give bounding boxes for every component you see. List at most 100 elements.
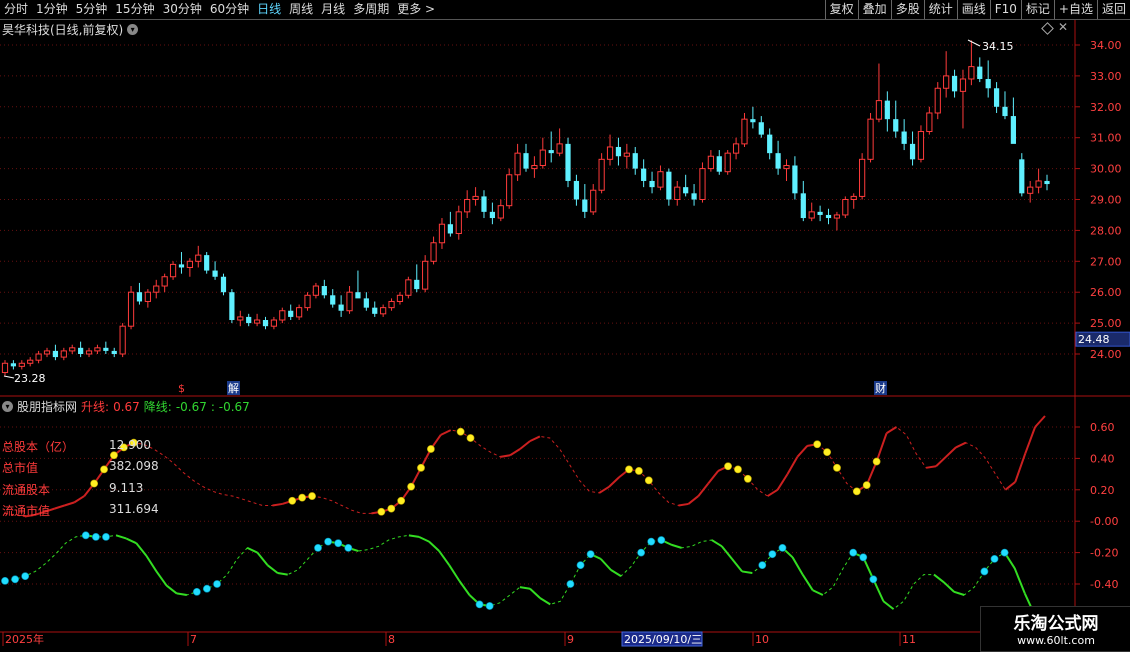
indicator-line-solid bbox=[85, 534, 97, 538]
candle-body bbox=[363, 298, 369, 308]
indicator-dot bbox=[644, 476, 653, 485]
candle-body bbox=[884, 100, 890, 120]
indicator-dot bbox=[576, 561, 585, 570]
indicator-line-solid bbox=[468, 594, 481, 606]
indicator-line-solid bbox=[1013, 567, 1026, 594]
period-tab[interactable]: 15分钟 bbox=[111, 0, 158, 19]
period-tab[interactable]: 日线 bbox=[253, 0, 285, 19]
indicator-line-dashed bbox=[4, 534, 1046, 627]
indicator-line-solid bbox=[935, 456, 947, 467]
close-icon[interactable]: ✕ bbox=[1058, 20, 1068, 34]
indicator-dot bbox=[485, 602, 494, 610]
toolbar-button[interactable]: 返回 bbox=[1096, 0, 1130, 19]
candle-body bbox=[103, 347, 109, 351]
indicator-dot bbox=[456, 427, 465, 436]
period-tab[interactable]: 30分钟 bbox=[159, 0, 206, 19]
toolbar-button[interactable]: +自选 bbox=[1053, 0, 1097, 19]
period-tab[interactable]: 月线 bbox=[317, 0, 349, 19]
period-tab[interactable]: 60分钟 bbox=[206, 0, 253, 19]
toolbar-button[interactable]: 统计 bbox=[923, 0, 957, 19]
indicator-dot bbox=[427, 445, 435, 453]
indicator-line-solid bbox=[1024, 426, 1037, 455]
indicator-line-solid bbox=[519, 586, 531, 590]
indicator-line-solid bbox=[618, 468, 630, 479]
candle-body bbox=[792, 165, 798, 194]
candle-body bbox=[312, 285, 320, 296]
candle-body bbox=[60, 350, 67, 358]
date-label: 9 bbox=[567, 633, 574, 646]
candle-body bbox=[153, 285, 160, 293]
info-label: 总股本（亿） bbox=[2, 440, 75, 454]
indicator-line-solid bbox=[687, 495, 699, 505]
candle-body bbox=[977, 66, 983, 79]
indicator-dot bbox=[387, 504, 396, 513]
indicator-tick-label: -0.00 bbox=[1090, 515, 1118, 528]
toolbar-button[interactable]: 叠加 bbox=[857, 0, 891, 19]
indicator-dot bbox=[314, 543, 322, 552]
indicator-line-solid bbox=[529, 587, 541, 599]
candle-body bbox=[514, 152, 521, 176]
watermark-logo: 乐淘公式网 www.60lt.com bbox=[980, 606, 1130, 652]
candle-body bbox=[666, 171, 672, 200]
candle-body bbox=[127, 291, 135, 327]
diamond-icon[interactable] bbox=[1041, 22, 1054, 35]
indicator-dot bbox=[859, 553, 868, 562]
candle-body bbox=[43, 350, 51, 355]
event-marker-bg bbox=[227, 381, 240, 395]
candle-body bbox=[18, 362, 25, 367]
period-tab[interactable]: 1分钟 bbox=[32, 0, 72, 19]
chevron-down-icon[interactable]: ▾ bbox=[2, 401, 13, 412]
toolbar-button[interactable]: 多股 bbox=[890, 0, 924, 19]
candle-body bbox=[649, 180, 655, 188]
indicator-line-solid bbox=[371, 510, 382, 515]
indicator-dot bbox=[334, 539, 343, 548]
indicator-dot bbox=[11, 575, 19, 584]
price-tick-label: 31.00 bbox=[1090, 132, 1122, 145]
info-label: 总市值 bbox=[2, 461, 39, 475]
indicator-dot bbox=[823, 448, 831, 457]
candle-body bbox=[85, 350, 93, 355]
period-tab[interactable]: 更多 > bbox=[393, 0, 439, 19]
indicator-dot bbox=[852, 487, 861, 496]
toolbar-button[interactable]: F10 bbox=[989, 0, 1021, 19]
candle-body bbox=[279, 310, 286, 321]
indicator-dot bbox=[475, 600, 484, 609]
candle-body bbox=[212, 270, 218, 277]
indicator-dot bbox=[377, 507, 386, 516]
high-price-label: 34.15 bbox=[982, 40, 1014, 53]
period-tab[interactable]: 多周期 bbox=[349, 0, 393, 19]
low-pointer bbox=[3, 375, 15, 379]
price-tick-label: 25.00 bbox=[1090, 317, 1122, 330]
candle-body bbox=[859, 158, 866, 197]
date-label: 8 bbox=[388, 633, 395, 646]
candle-body bbox=[775, 153, 781, 169]
indicator-line-solid bbox=[440, 429, 452, 436]
mark-button[interactable]: 标记 bbox=[1020, 0, 1054, 19]
candle-body bbox=[573, 180, 580, 200]
candle-body bbox=[893, 119, 899, 132]
candle-body bbox=[288, 310, 294, 317]
toolbar-button[interactable]: 画线 bbox=[956, 0, 990, 19]
candle-body bbox=[875, 100, 883, 120]
candle-body bbox=[229, 292, 235, 321]
price-tick-label: 33.00 bbox=[1090, 70, 1122, 83]
stock-title-bar: 昊华科技(日线,前复权) ▾ bbox=[2, 21, 139, 38]
indicator-line-solid bbox=[176, 592, 187, 596]
indicator-tick-label: 0.40 bbox=[1090, 452, 1115, 465]
indicator-line-solid bbox=[791, 556, 804, 576]
indicator-dot bbox=[778, 543, 787, 552]
candle-body bbox=[531, 165, 538, 170]
candle-body bbox=[438, 223, 446, 244]
indicator-line-solid bbox=[707, 470, 719, 485]
period-tab[interactable]: 5分钟 bbox=[72, 0, 112, 19]
period-tab[interactable]: 分时 bbox=[0, 0, 32, 19]
period-tab[interactable]: 周线 bbox=[285, 0, 317, 19]
chevron-down-icon[interactable]: ▾ bbox=[127, 24, 139, 35]
candle-body bbox=[606, 146, 614, 160]
indicator-line-solid bbox=[165, 584, 178, 595]
price-tick-label: 28.00 bbox=[1090, 224, 1122, 237]
indicator-line-solid bbox=[272, 502, 283, 507]
candle-body bbox=[758, 122, 764, 135]
toolbar-button[interactable]: 复权 bbox=[824, 0, 858, 19]
indicator-dot bbox=[635, 467, 643, 475]
